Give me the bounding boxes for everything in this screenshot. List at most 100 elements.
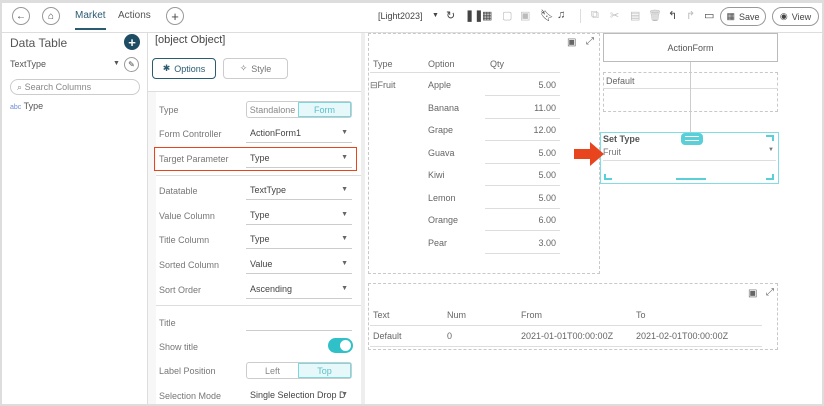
undo-icon[interactable]: ↰ [668,9,677,22]
add-data-table-button[interactable]: + [124,34,140,50]
table-cell[interactable]: 2021-01-01T00:00:00Z [521,331,613,341]
divider [485,117,560,119]
show-title-toggle[interactable] [328,338,353,353]
chevron-down-icon[interactable]: ▼ [432,12,439,19]
sorted-column-select[interactable]: Value ▼ [246,259,352,274]
export-icon[interactable]: ▣ [520,9,530,22]
tab-actions[interactable]: Actions [118,10,151,21]
resize-handle[interactable] [766,135,774,141]
sort-order-select[interactable]: Ascending ▼ [246,284,352,299]
bell-icon[interactable]: ♫ [557,9,565,21]
grid-cell-qty[interactable]: 5.00 [490,193,556,203]
value-column-select[interactable]: Type ▼ [246,210,352,225]
value-column-label: Value Column [159,211,215,221]
pdf-icon[interactable]: ▢ [502,9,512,22]
grid-cell-qty[interactable]: 5.00 [490,170,556,180]
column-header[interactable]: Type [373,59,393,69]
select-value: TextType [250,185,287,195]
comment-icon[interactable]: ▭ [704,9,714,22]
divider [485,162,560,164]
grid-cell-qty[interactable]: 6.00 [490,215,556,225]
target-parameter-select[interactable]: Type ▼ [246,153,352,168]
grid-cell-qty[interactable]: 5.00 [490,80,556,90]
scrollbar[interactable] [361,33,365,406]
grid-cell-option[interactable]: Lemon [428,193,456,203]
grid-visual[interactable] [368,33,600,274]
chevron-down-icon[interactable]: ▼ [113,60,120,67]
column-header[interactable]: From [521,310,542,320]
title-input[interactable] [246,316,352,331]
theme-select[interactable]: [Light2023] [378,11,423,21]
drag-handle[interactable] [681,133,703,145]
grid-cell-qty[interactable]: 11.00 [490,103,556,113]
tab-market[interactable]: Market [75,10,106,30]
title-column-select[interactable]: Type ▼ [246,234,352,249]
table-cell[interactable]: 2021-02-01T00:00:00Z [636,331,728,341]
column-header[interactable]: Num [447,310,466,320]
form-controller-label: Form Controller [159,129,222,139]
column-header[interactable]: To [636,310,646,320]
data-table-select[interactable]: TextType [10,59,46,69]
group-row[interactable]: ⊟Fruit [370,80,396,91]
save-button[interactable]: ▦ Save [720,7,766,26]
snapshot-icon[interactable]: ▦ [482,9,492,22]
bookmark-icon[interactable]: 🔖︎ [540,9,554,22]
selection-mode-select[interactable]: Single Selection Drop D ▼ [246,390,352,405]
grid-cell-option[interactable]: Apple [428,80,451,90]
export-icon[interactable]: ▣ [748,288,757,299]
view-button[interactable]: ◉ View [772,7,819,26]
resize-handle[interactable] [766,174,774,180]
expand-icon[interactable]: ⤢ [586,36,594,47]
grid-cell-qty[interactable]: 12.00 [490,125,556,135]
action-form-header[interactable]: ActionForm [603,33,778,62]
grid-cell-option[interactable]: Kiwi [428,170,445,180]
divider [156,175,361,176]
resize-handle[interactable] [676,178,706,180]
grid-cell-option[interactable]: Grape [428,125,453,135]
tab-options[interactable]: ✱ Options [152,58,216,79]
grid-cell-option[interactable]: Banana [428,103,459,113]
delete-icon[interactable]: 🗑︎ [648,9,662,22]
edit-icon[interactable]: ✎ [124,57,139,72]
column-item[interactable]: abc Type [10,101,43,111]
grid-cell-option[interactable]: Orange [428,215,458,225]
expand-icon[interactable]: ⤢ [766,287,774,298]
label-position-top[interactable]: Top [298,363,351,378]
grid-cell-option[interactable]: Guava [428,148,455,158]
column-name: Type [23,101,44,111]
refresh-icon[interactable]: ↻ [446,9,455,22]
type-dropdown[interactable]: Fruit ▼ [603,147,776,161]
label-position-toggle[interactable]: Left Top [246,362,352,379]
divider [485,230,560,231]
add-tab-button[interactable]: + [166,7,184,25]
column-header[interactable]: Text [373,310,390,320]
grid-cell-option[interactable]: Pear [428,238,447,248]
column-header[interactable]: Option [428,59,455,69]
export-icon[interactable]: ▣ [567,37,576,48]
table-cell[interactable]: Default [373,331,402,341]
table-cell[interactable]: 0 [447,331,452,341]
tab-style[interactable]: ✧ Style [223,58,288,79]
grid-cell-qty[interactable]: 3.00 [490,238,556,248]
label-position-left[interactable]: Left [247,363,298,378]
divider [580,9,581,23]
select-value: Value [250,259,273,269]
search-columns-input[interactable]: ⌕ Search Columns [10,79,140,95]
back-button[interactable]: ← [12,7,30,25]
type-standalone[interactable]: Standalone [247,102,298,117]
grid-cell-qty[interactable]: 5.00 [490,148,556,158]
resize-handle[interactable] [604,174,612,180]
paste-icon[interactable]: ▤ [630,9,640,22]
pause-icon[interactable]: ❚❚ [465,9,483,22]
copy-icon[interactable]: ⧉ [591,9,599,22]
type-toggle[interactable]: Standalone Form [246,101,352,118]
cut-icon[interactable]: ✂ [610,9,619,22]
collapse-icon[interactable]: ⊟ [370,80,378,90]
type-label: Type [159,105,179,115]
redo-icon[interactable]: ↱ [686,9,695,22]
home-button[interactable]: ⌂ [42,7,60,25]
form-controller-select[interactable]: ActionForm1 ▼ [246,128,352,143]
type-form[interactable]: Form [298,102,351,117]
datatable-select[interactable]: TextType ▼ [246,185,352,200]
column-header[interactable]: Qty [490,59,504,69]
